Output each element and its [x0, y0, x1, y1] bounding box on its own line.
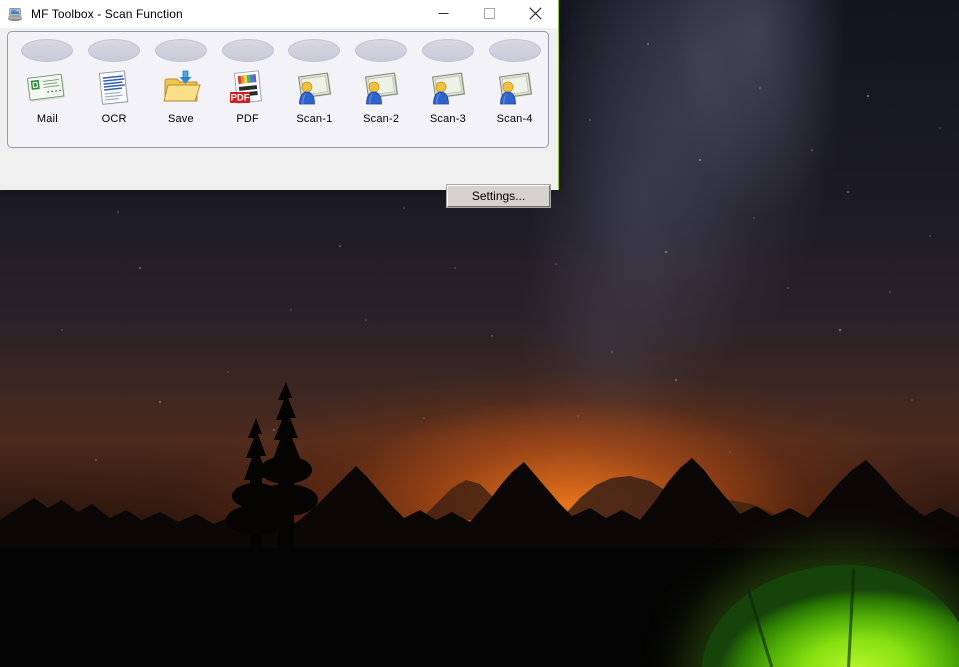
- button-indicator-oval[interactable]: [421, 39, 474, 62]
- button-indicator-oval[interactable]: [221, 39, 274, 62]
- function-label: Save: [167, 113, 194, 125]
- function-label: OCR: [101, 113, 127, 125]
- settings-button[interactable]: Settings...: [446, 184, 551, 208]
- scan-person-icon[interactable]: [493, 66, 537, 110]
- scan-person-icon[interactable]: [292, 66, 336, 110]
- function-button-scan-4[interactable]: Scan-4: [481, 39, 548, 125]
- function-button-pdf[interactable]: PDF PDF: [214, 39, 281, 125]
- window-title: MF Toolbox - Scan Function: [31, 6, 183, 21]
- svg-text:PDF: PDF: [230, 93, 249, 104]
- scan-person-icon[interactable]: [359, 66, 403, 110]
- folder-download-icon[interactable]: [159, 66, 203, 110]
- function-button-panel: Mail OCR Save PDF PDF Scan-1 Scan-2 Scan…: [7, 31, 549, 148]
- button-indicator-oval[interactable]: [88, 39, 141, 62]
- scan-person-icon[interactable]: [426, 66, 470, 110]
- function-label: Scan-2: [363, 113, 400, 125]
- text-document-icon[interactable]: [92, 66, 136, 110]
- function-button-scan-3[interactable]: Scan-3: [415, 39, 482, 125]
- button-indicator-oval[interactable]: [288, 39, 341, 62]
- function-button-mail[interactable]: Mail: [14, 39, 81, 125]
- function-button-save[interactable]: Save: [148, 39, 215, 125]
- button-indicator-oval[interactable]: [21, 39, 74, 62]
- minimize-button[interactable]: [420, 0, 466, 27]
- window-titlebar[interactable]: MF Toolbox - Scan Function: [0, 0, 558, 28]
- button-indicator-oval[interactable]: [154, 39, 207, 62]
- function-button-scan-2[interactable]: Scan-2: [348, 39, 415, 125]
- window-controls[interactable]: [420, 0, 558, 27]
- maximize-button[interactable]: [466, 0, 512, 27]
- button-indicator-oval[interactable]: [355, 39, 408, 62]
- function-button-ocr[interactable]: OCR: [81, 39, 148, 125]
- function-button-scan-1[interactable]: Scan-1: [281, 39, 348, 125]
- function-label: PDF: [236, 113, 259, 125]
- function-label: Scan-3: [429, 113, 466, 125]
- mf-toolbox-window[interactable]: MF Toolbox - Scan Function Mail OCR Save…: [0, 0, 559, 208]
- scanner-icon: [7, 6, 23, 22]
- function-label: Scan-1: [296, 113, 333, 125]
- function-label: Mail: [36, 113, 58, 125]
- button-indicator-oval[interactable]: [488, 39, 541, 62]
- pdf-document-icon[interactable]: PDF: [226, 66, 270, 110]
- envelope-icon[interactable]: [25, 66, 69, 110]
- window-body: Mail OCR Save PDF PDF Scan-1 Scan-2 Scan…: [0, 28, 558, 208]
- close-button[interactable]: [512, 0, 558, 27]
- function-label: Scan-4: [496, 113, 533, 125]
